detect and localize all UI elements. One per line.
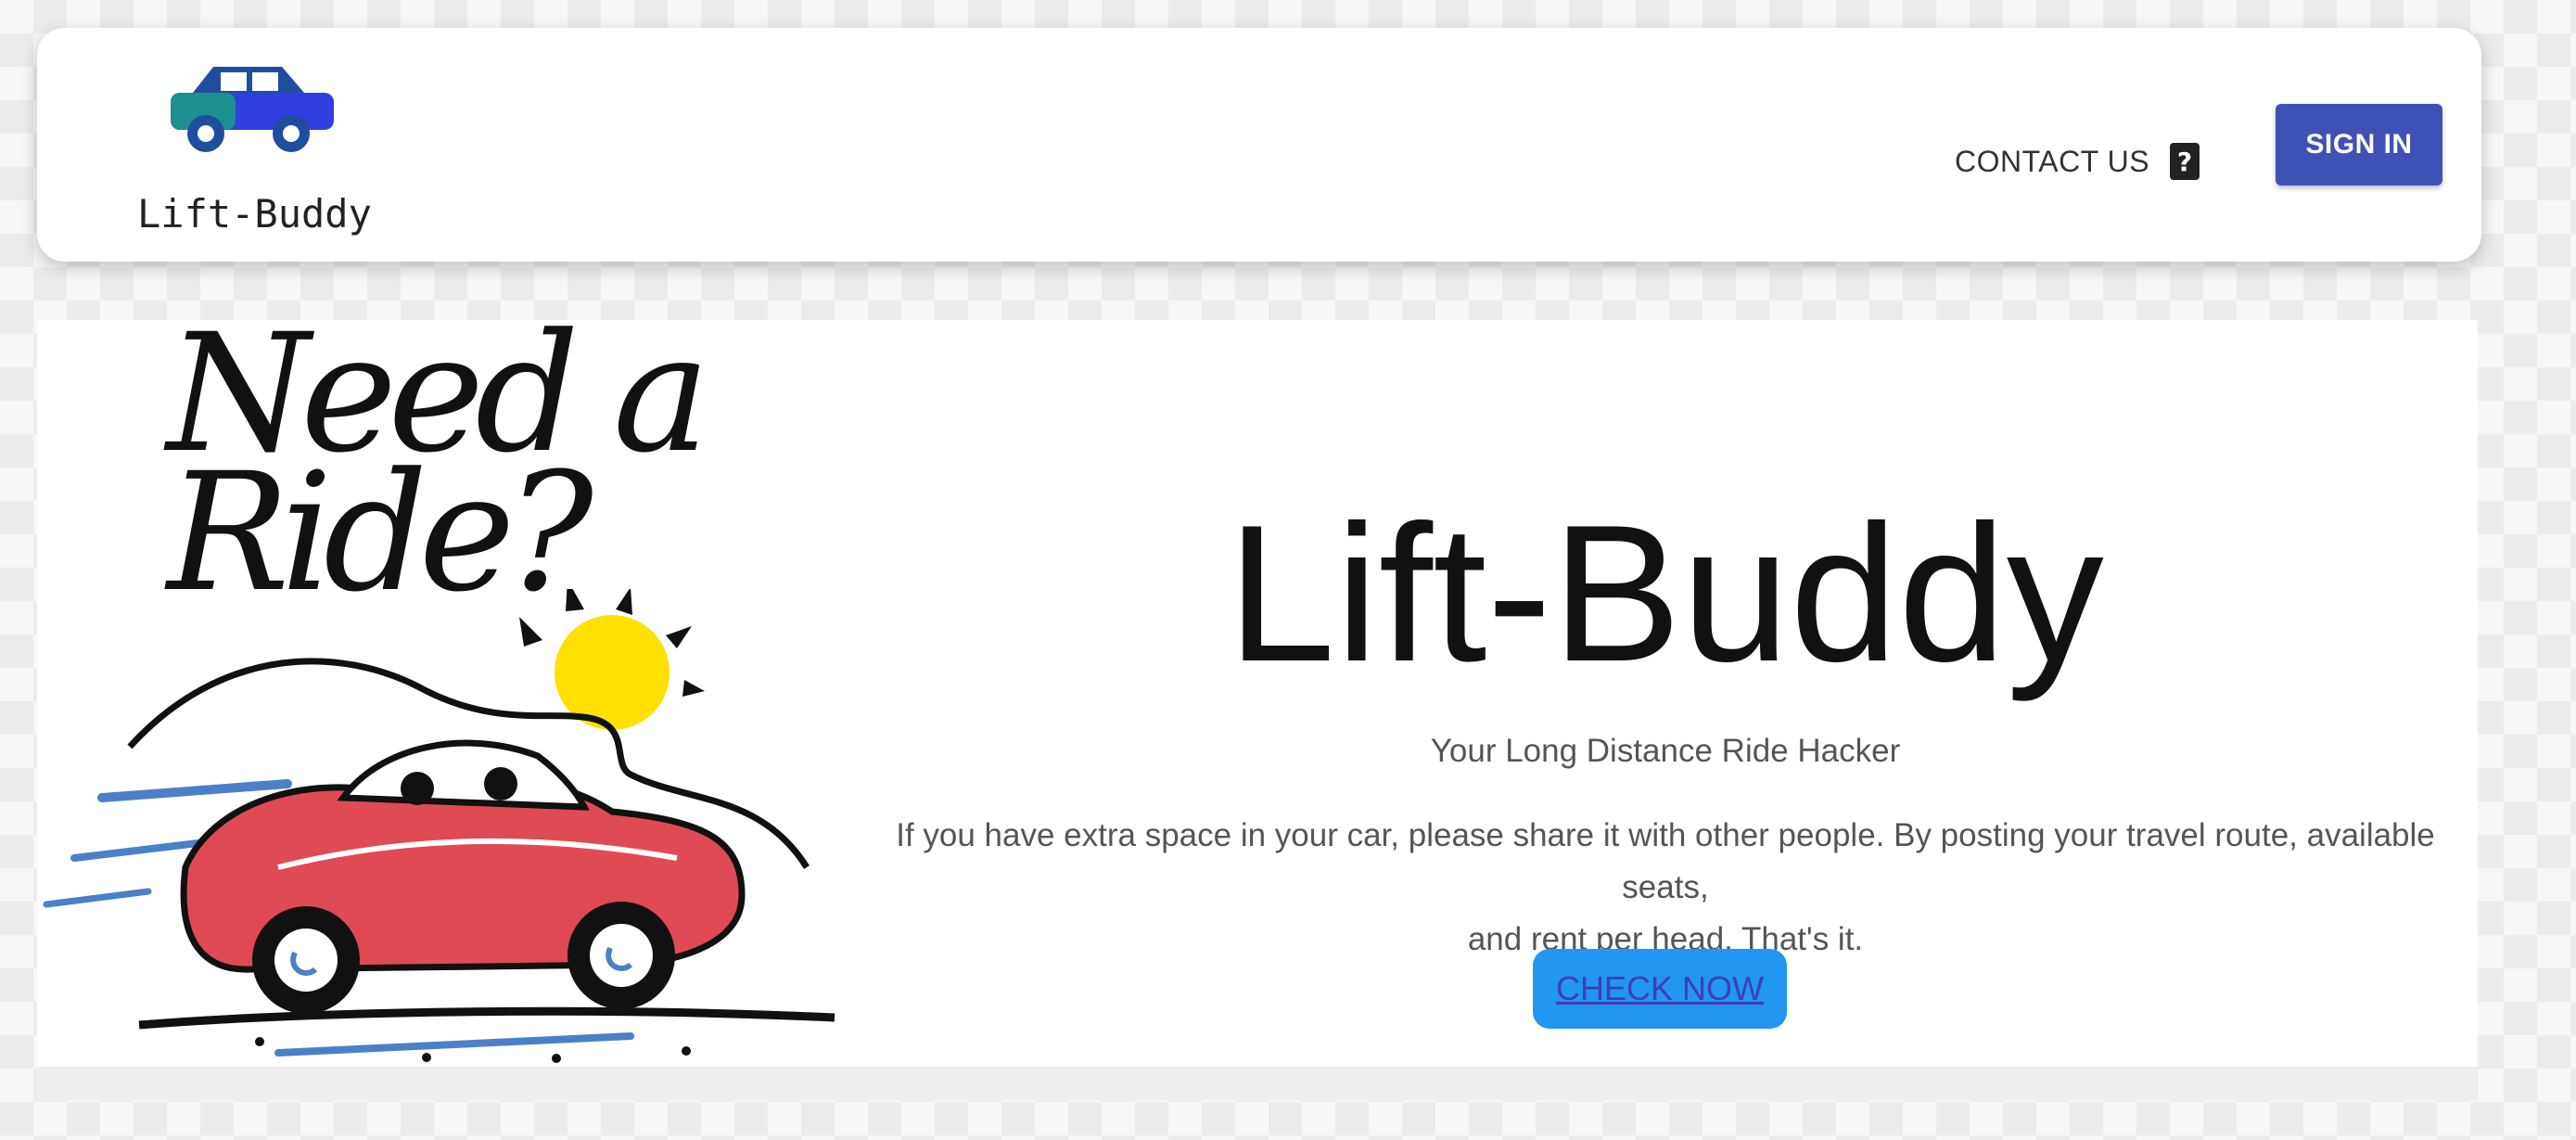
hero-content: Lift-Buddy Your Long Distance Ride Hacke… xyxy=(853,320,2478,1067)
hero-bottom-strip xyxy=(37,1067,2478,1100)
app-header: Lift-Buddy CONTACT US ? SIGN IN xyxy=(37,28,2481,262)
need-a-ride-illustration: Need a Ride? xyxy=(37,313,853,1067)
hero-section: Need a Ride? Lift-Buddy Your Long Distan… xyxy=(37,313,2478,1067)
hero-title: Lift-Buddy xyxy=(1227,484,2104,702)
logo[interactable]: Lift-Buddy xyxy=(98,61,372,237)
car-logo-icon xyxy=(171,67,334,152)
logo-text: Lift-Buddy xyxy=(137,191,372,237)
contact-us-label: CONTACT US xyxy=(1955,144,2150,178)
sign-in-button[interactable]: SIGN IN xyxy=(2276,104,2442,186)
sun-icon xyxy=(519,589,705,730)
help-icon: ? xyxy=(2170,143,2200,180)
contact-us-link[interactable]: CONTACT US ? xyxy=(1955,143,2200,180)
hero-description: If you have extra space in your car, ple… xyxy=(853,810,2478,966)
check-now-button[interactable]: CHECK NOW xyxy=(1533,949,1787,1029)
hero-subtitle: Your Long Distance Ride Hacker xyxy=(1430,733,1901,769)
hero-description-line1: If you have extra space in your car, ple… xyxy=(896,817,2435,905)
illustration-text: Need a Ride? xyxy=(167,313,710,615)
red-car-icon xyxy=(43,589,835,1063)
